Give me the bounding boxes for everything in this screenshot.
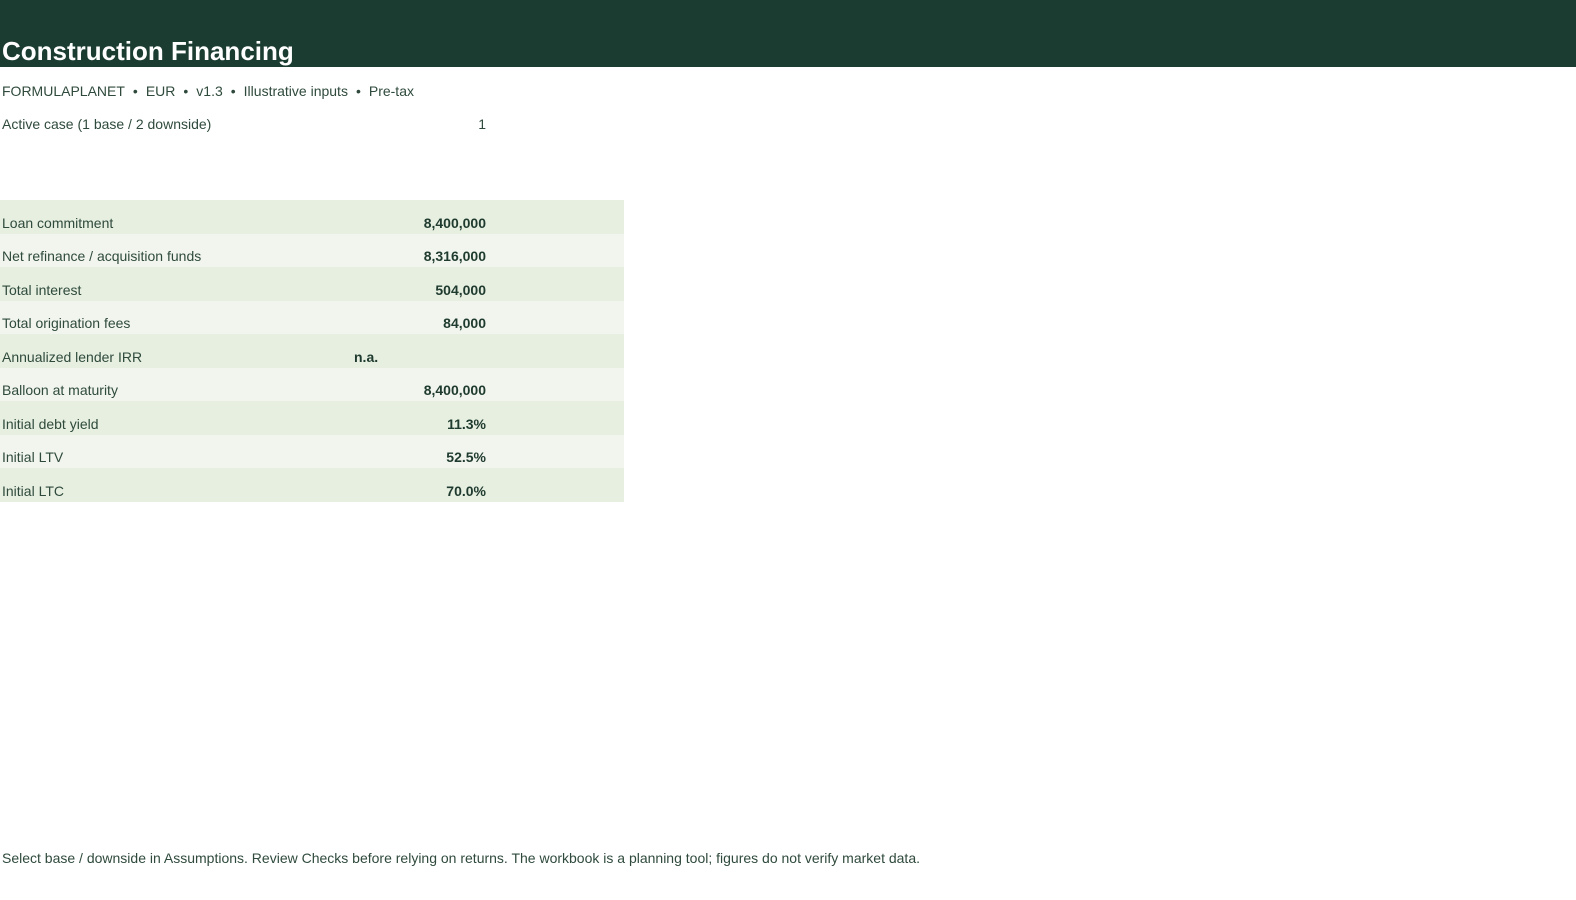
- title-bar: Construction Financing: [0, 0, 1576, 67]
- metric-row-total-interest[interactable]: Total interest 504,000: [0, 267, 624, 301]
- footnote: Select base / downside in Assumptions. R…: [2, 850, 920, 866]
- metric-label: Initial LTV: [2, 449, 64, 465]
- active-case-row[interactable]: Active case (1 base / 2 downside) 1: [0, 113, 490, 135]
- subtitle-meta: FORMULAPLANET • EUR • v1.3 • Illustrative inpu…: [2, 82, 414, 100]
- summary-sheet: Construction Financing FORMULAPLANET • EUR…: [0, 0, 1576, 900]
- subtitle-tax-note: Pre-tax: [368, 83, 414, 99]
- active-case-value[interactable]: 1: [478, 115, 486, 133]
- financing-metrics-table: Loan commitment 8,400,000 Net refinance …: [0, 200, 624, 502]
- subtitle-separator: •: [183, 83, 189, 99]
- metric-value: 8,316,000: [423, 248, 486, 264]
- subtitle-version: v1.3: [196, 83, 223, 99]
- metric-row-ltv[interactable]: Initial LTV 52.5%: [0, 434, 624, 468]
- metric-row-loan-commitment[interactable]: Loan commitment 8,400,000: [0, 200, 624, 234]
- metric-row-debt-yield[interactable]: Initial debt yield 11.3%: [0, 401, 624, 435]
- metric-row-balloon[interactable]: Balloon at maturity 8,400,000: [0, 367, 624, 401]
- metric-label: Initial debt yield: [2, 415, 99, 432]
- metric-value: 504,000: [435, 281, 486, 298]
- metric-row-net-funds[interactable]: Net refinance / acquisition funds 8,316,…: [0, 233, 624, 267]
- metric-label: Total origination fees: [2, 315, 131, 331]
- active-case-label: Active case (1 base / 2 downside): [2, 116, 212, 132]
- metric-label: Loan commitment: [2, 214, 114, 231]
- metric-row-lender-irr[interactable]: Annualized lender IRR n.a.: [0, 334, 624, 368]
- metric-value: 52.5%: [446, 449, 486, 465]
- metric-row-ltc[interactable]: Initial LTC 70.0%: [0, 468, 624, 502]
- metric-value: 84,000: [443, 315, 486, 331]
- metric-value: 8,400,000: [423, 382, 486, 398]
- subtitle-brand: FORMULAPLANET: [2, 83, 125, 99]
- metric-label: Balloon at maturity: [2, 382, 118, 398]
- metric-label: Initial LTC: [2, 482, 64, 499]
- metric-row-origination-fees[interactable]: Total origination fees 84,000: [0, 300, 624, 334]
- subtitle-currency: EUR: [145, 83, 176, 99]
- metric-value: 8,400,000: [423, 214, 486, 231]
- subtitle-inputs-note: Illustrative inputs: [243, 83, 348, 99]
- page-title: Construction Financing: [2, 36, 294, 66]
- metric-value: 70.0%: [446, 482, 486, 499]
- metric-label: Total interest: [2, 281, 82, 298]
- subtitle-separator: •: [230, 83, 236, 99]
- subtitle-separator: •: [355, 83, 361, 99]
- subtitle-separator: •: [132, 83, 138, 99]
- metric-value: 11.3%: [447, 415, 486, 432]
- metric-label: Net refinance / acquisition funds: [2, 248, 202, 264]
- metric-value: n.a.: [354, 348, 379, 365]
- metric-label: Annualized lender IRR: [2, 348, 143, 365]
